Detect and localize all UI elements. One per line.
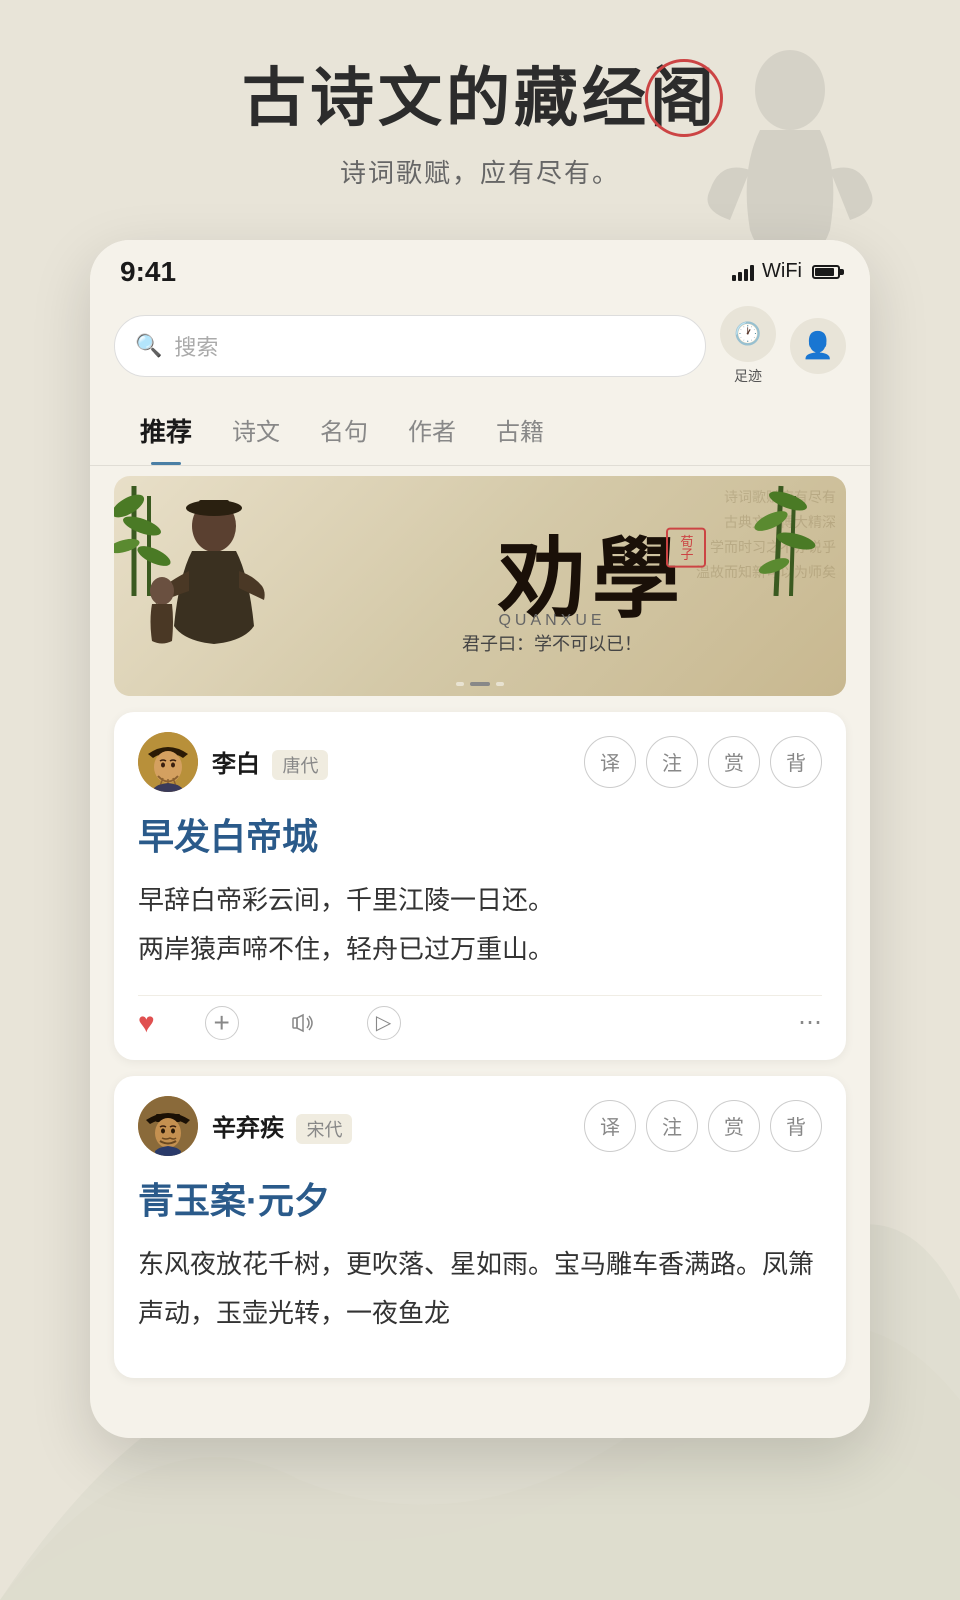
battery-icon [812,265,840,279]
history-label: 足迹 [734,366,762,386]
tab-authors[interactable]: 作者 [388,402,476,465]
poet-row-1: 李白 唐代 译 注 赏 背 [138,732,822,792]
poet-name-dynasty-1: 李白 唐代 [212,744,328,780]
bamboo-right-icon [716,476,836,596]
tab-recommend[interactable]: 推荐 [120,402,212,465]
appreciate-btn-1[interactable]: 赏 [708,736,760,788]
note-btn-2[interactable]: 注 [646,1100,698,1152]
poem-card-2: 辛弃疾 宋代 译 注 赏 背 青玉案·元夕 东风夜放花千树，更吹落、星如雨。宝马… [114,1076,846,1379]
poet-name-dynasty-2: 辛弃疾 宋代 [212,1108,352,1144]
banner-dots [456,682,504,686]
poem-action-btns-2: 译 注 赏 背 [584,1100,822,1152]
phone-mockup: 9:41 WiFi 🔍 搜索 🕐 足迹 [90,240,870,1439]
poem-content-1: 早辞白帝彩云间，千里江陵一日还。 两岸猿声啼不住，轻舟已过万重山。 [138,876,822,975]
history-button[interactable]: 🕐 足迹 [720,306,776,386]
search-placeholder: 搜索 [174,330,218,362]
status-icons: WiFi [732,260,840,283]
tab-poetry[interactable]: 诗文 [212,402,300,465]
poem-title-2: 青玉案·元夕 [138,1172,822,1224]
banner[interactable]: 诗词歌赋应有尽有古典文学博大精深学而时习之不亦说乎温故而知新可以为师矣 [114,476,846,696]
tab-classics[interactable]: 古籍 [476,402,564,465]
user-button[interactable]: 👤 [790,318,846,374]
note-btn-1[interactable]: 注 [646,736,698,788]
user-icon: 👤 [802,330,834,361]
banner-stamp: 荀子 [666,527,706,567]
poet-avatar-1[interactable] [138,732,198,792]
search-bar[interactable]: 🔍 搜索 [114,315,706,377]
poet-name-2: 辛弃疾 [212,1115,284,1142]
poem-title-1: 早发白帝城 [138,808,822,860]
nav-tabs: 推荐 诗文 名句 作者 古籍 [90,394,870,466]
banner-dot-1 [456,682,464,686]
banner-figure [134,496,294,696]
search-icon: 🔍 [135,333,162,359]
status-bar: 9:41 WiFi [90,240,870,296]
app-subtitle: 诗词歌赋，应有尽有。 [40,153,920,190]
add-btn-1[interactable]: + [205,1006,239,1040]
status-time: 9:41 [120,256,176,288]
wifi-icon: WiFi [762,260,802,283]
translate-btn-2[interactable]: 译 [584,1100,636,1152]
audio-icon [289,1009,317,1037]
poet-left-1: 李白 唐代 [138,732,328,792]
recite-btn-1[interactable]: 背 [770,736,822,788]
next-btn-1[interactable]: ▷ [367,1006,401,1040]
recite-btn-2[interactable]: 背 [770,1100,822,1152]
tab-quotes[interactable]: 名句 [300,402,388,465]
poet-left-2: 辛弃疾 宋代 [138,1096,352,1156]
like-btn-1[interactable]: ♥ [138,1007,155,1039]
signal-icon [732,263,754,281]
poem-action-btns-1: 译 注 赏 背 [584,736,822,788]
banner-dot-3 [496,682,504,686]
app-title: 古诗文的藏经阁 [40,60,920,137]
appreciate-btn-2[interactable]: 赏 [708,1100,760,1152]
poet-dynasty-1: 唐代 [272,750,328,780]
poem-actions-1: ♥ + ▷ ⋯ [138,995,822,1040]
poet-dynasty-2: 宋代 [296,1114,352,1144]
history-icon: 🕐 [734,321,761,347]
banner-subtitle: QUANXUE 君子曰：学不可以已！ [462,612,642,656]
audio-btn-1[interactable] [289,1009,317,1037]
translate-btn-1[interactable]: 译 [584,736,636,788]
search-container: 🔍 搜索 🕐 足迹 👤 [90,296,870,394]
banner-dot-2 [470,682,490,686]
poet-avatar-2[interactable] [138,1096,198,1156]
poet-row-2: 辛弃疾 宋代 译 注 赏 背 [138,1096,822,1156]
more-btn-1[interactable]: ⋯ [798,1008,822,1037]
poet-name-1: 李白 [212,751,260,778]
poem-content-2: 东风夜放花千树，更吹落、星如雨。宝马雕车香满路。凤箫声动，玉壶光转，一夜鱼龙 [138,1240,822,1339]
poem-card-1: 李白 唐代 译 注 赏 背 早发白帝城 早辞白帝彩云间，千里江陵一日还。 两岸猿… [114,712,846,1060]
